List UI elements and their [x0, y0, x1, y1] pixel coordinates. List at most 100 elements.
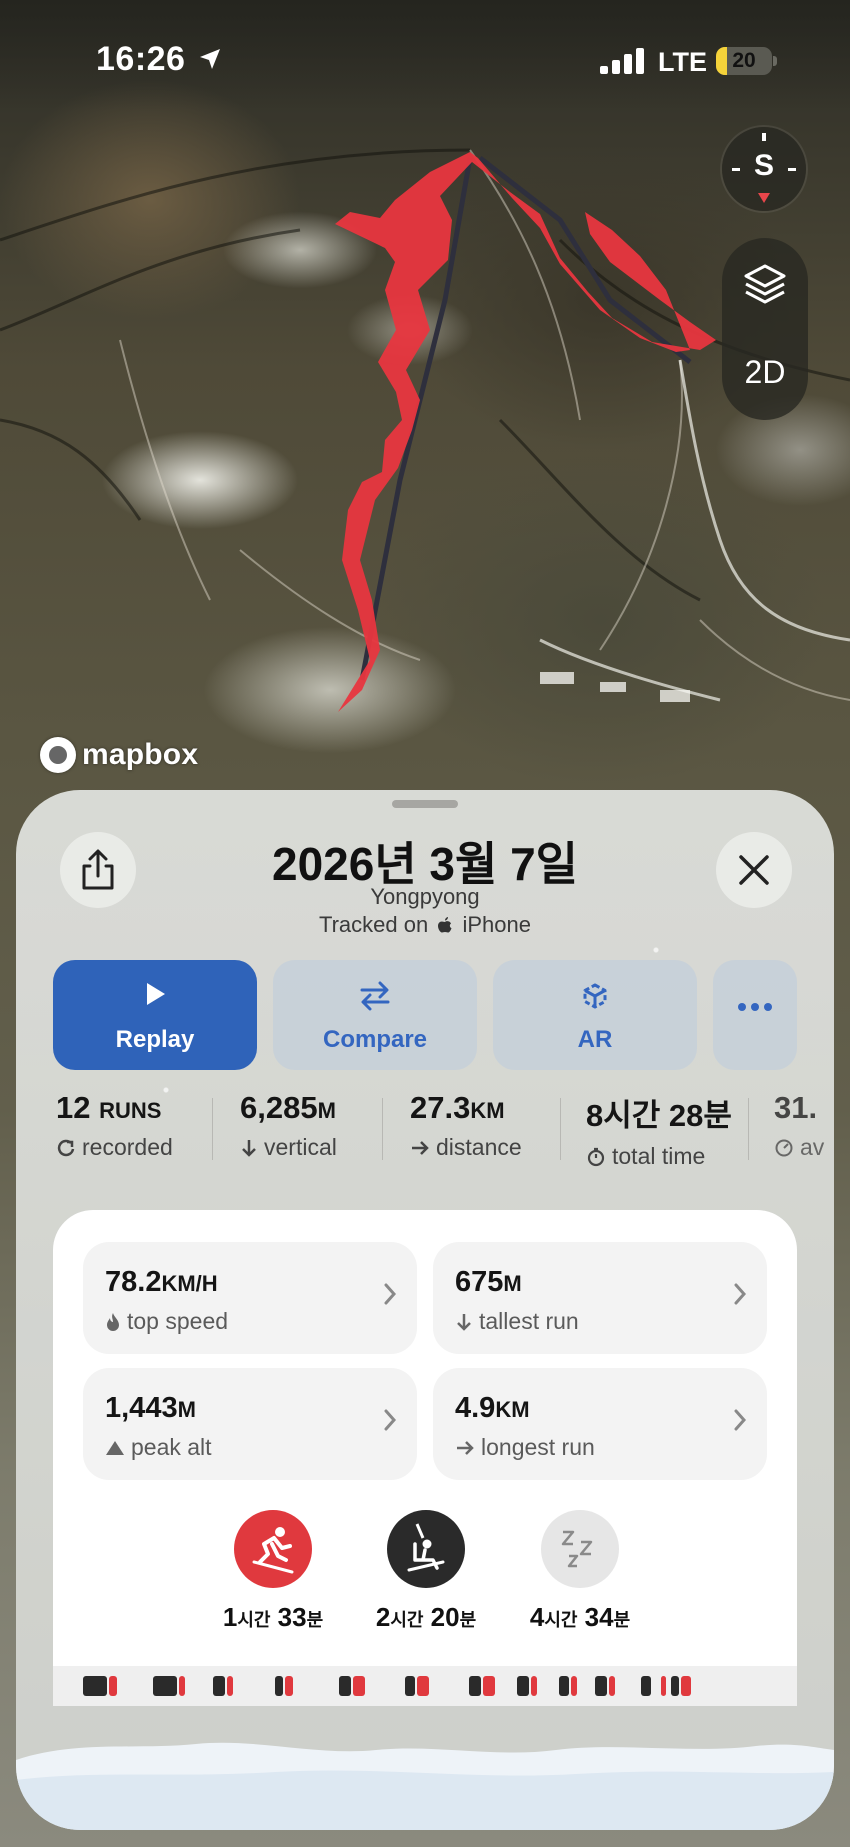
skier-icon: [252, 1527, 294, 1574]
close-button[interactable]: [716, 832, 792, 908]
timeline-lift-segment: [469, 1676, 481, 1696]
chevron-right-icon: [384, 1409, 397, 1431]
timeline-lift-segment: [213, 1676, 225, 1696]
lift-hours: 2: [375, 1602, 391, 1632]
stat-distance: 27.3KM distance: [410, 1090, 522, 1161]
lift-time[interactable]: 2시간 20분: [351, 1510, 501, 1633]
timeline-lift-segment: [405, 1676, 415, 1696]
average-value: 31.: [774, 1090, 818, 1125]
tracked-prefix: Tracked on: [318, 912, 429, 937]
arrow-down-icon: [242, 1139, 256, 1157]
lift-hours-unit: 시간: [390, 1610, 424, 1630]
top-speed-card[interactable]: 78.2KM/H top speed: [83, 1242, 417, 1354]
peak-alt-value: 1,443: [105, 1392, 178, 1424]
chairlift-badge: [387, 1510, 465, 1588]
distance-label: distance: [436, 1134, 522, 1160]
longest-run-card[interactable]: 4.9KM longest run: [433, 1368, 767, 1480]
compass-needle-icon: [758, 193, 770, 203]
timeline-lift-segment: [517, 1676, 529, 1696]
mapbox-attribution[interactable]: mapbox: [40, 737, 198, 773]
timeline-lift-segment: [83, 1676, 107, 1696]
compass-tick: [762, 133, 766, 141]
stat-divider: [560, 1098, 561, 1160]
status-time: 16:26: [96, 40, 186, 78]
rest-minutes: 34: [584, 1602, 614, 1632]
chairlift-icon: [407, 1523, 445, 1572]
lift-duration: 2시간 20분: [351, 1602, 501, 1633]
resort-name: Yongpyong: [370, 884, 480, 909]
tracked-device: iPhone: [462, 912, 531, 937]
skier-badge: [234, 1510, 312, 1588]
refresh-icon: [57, 1139, 75, 1156]
skiing-minutes-unit: 분: [306, 1610, 324, 1630]
lift-minutes-unit: 분: [459, 1610, 477, 1630]
stat-divider: [748, 1098, 749, 1160]
tallest-run-label: tallest run: [479, 1308, 579, 1334]
peak-alt-unit: M: [177, 1397, 196, 1422]
layers-button[interactable]: [722, 252, 808, 322]
compare-arrows-icon: [360, 981, 390, 1011]
session-sheet: 2026년 3월 7일 Yongpyong Tracked on iPhone …: [16, 790, 834, 1830]
compare-button[interactable]: Compare: [273, 960, 477, 1070]
timeline-run-segment: [483, 1676, 495, 1696]
tracked-on-line: Tracked on iPhone: [16, 912, 834, 938]
tallest-run-card[interactable]: 675M tallest run: [433, 1242, 767, 1354]
stat-divider: [212, 1098, 213, 1160]
stat-total-time: 8시간 28분 total time: [586, 1090, 732, 1170]
lift-line-secondary: [478, 156, 692, 364]
rest-time[interactable]: 4시간 34분: [505, 1510, 655, 1633]
ar-icon: [583, 983, 607, 1009]
2d-toggle-button[interactable]: 2D: [722, 354, 808, 391]
rest-hours: 4: [529, 1602, 545, 1632]
arrow-right-icon: [457, 1440, 474, 1455]
arrow-right-icon: [412, 1140, 429, 1155]
top-speed-label: top speed: [127, 1308, 229, 1334]
compass-heading: S: [753, 149, 774, 182]
timeline-lift-segment: [339, 1676, 351, 1696]
close-icon: [739, 855, 769, 885]
stat-divider: [382, 1098, 383, 1160]
layers-icon: [744, 264, 786, 304]
more-icon: [738, 1003, 772, 1011]
sheet-grabber[interactable]: [392, 800, 458, 808]
compass-button[interactable]: S: [722, 127, 806, 211]
more-button[interactable]: [713, 960, 797, 1070]
highlights-panel: 78.2KM/H top speed 675M tallest run 1,44…: [53, 1210, 797, 1680]
longest-run-value: 4.9: [455, 1392, 496, 1424]
ar-button[interactable]: AR: [493, 960, 697, 1070]
ski-track: [335, 152, 716, 712]
distance-value: 27.3: [410, 1090, 471, 1125]
summary-stats[interactable]: 12 RUNS recorded 6,285M vertical 27.3KM …: [16, 1090, 834, 1180]
vertical-label: vertical: [264, 1134, 337, 1160]
skiing-duration: 1시간 33분: [198, 1602, 348, 1633]
timeline-run-segment: [285, 1676, 293, 1696]
battery-cap: [773, 56, 777, 66]
skiing-minutes: 33: [277, 1602, 307, 1632]
longest-run-unit: KM: [495, 1397, 530, 1422]
timeline-run-segment: [681, 1676, 691, 1696]
stat-runs: 12 RUNS recorded: [56, 1090, 173, 1161]
total-time-label: total time: [612, 1143, 706, 1169]
sleep-icon: [561, 1530, 593, 1568]
timeline-run-segment: [179, 1676, 185, 1696]
arrow-down-icon: [457, 1313, 471, 1331]
snow-decoration: [16, 1742, 834, 1830]
timeline-lift-segment: [153, 1676, 177, 1696]
skiing-time[interactable]: 1시간 33분: [198, 1510, 348, 1633]
activity-timeline[interactable]: [53, 1666, 797, 1706]
mountain-icon: [106, 1440, 124, 1455]
mapbox-wordmark: mapbox: [82, 738, 199, 771]
battery-icon: 20: [716, 47, 772, 75]
replay-button[interactable]: Replay: [53, 960, 257, 1070]
play-icon: [147, 983, 165, 1005]
chevron-right-icon: [734, 1283, 747, 1305]
timeline-run-segment: [353, 1676, 365, 1696]
top-speed-unit: KM/H: [161, 1271, 218, 1296]
peak-alt-label: peak alt: [131, 1434, 212, 1460]
timeline-run-segment: [661, 1676, 666, 1696]
sleep-badge: [541, 1510, 619, 1588]
peak-alt-card[interactable]: 1,443M peak alt: [83, 1368, 417, 1480]
timeline-lift-segment: [275, 1676, 283, 1696]
average-label: av: [800, 1134, 825, 1160]
rest-hours-unit: 시간: [544, 1610, 578, 1630]
